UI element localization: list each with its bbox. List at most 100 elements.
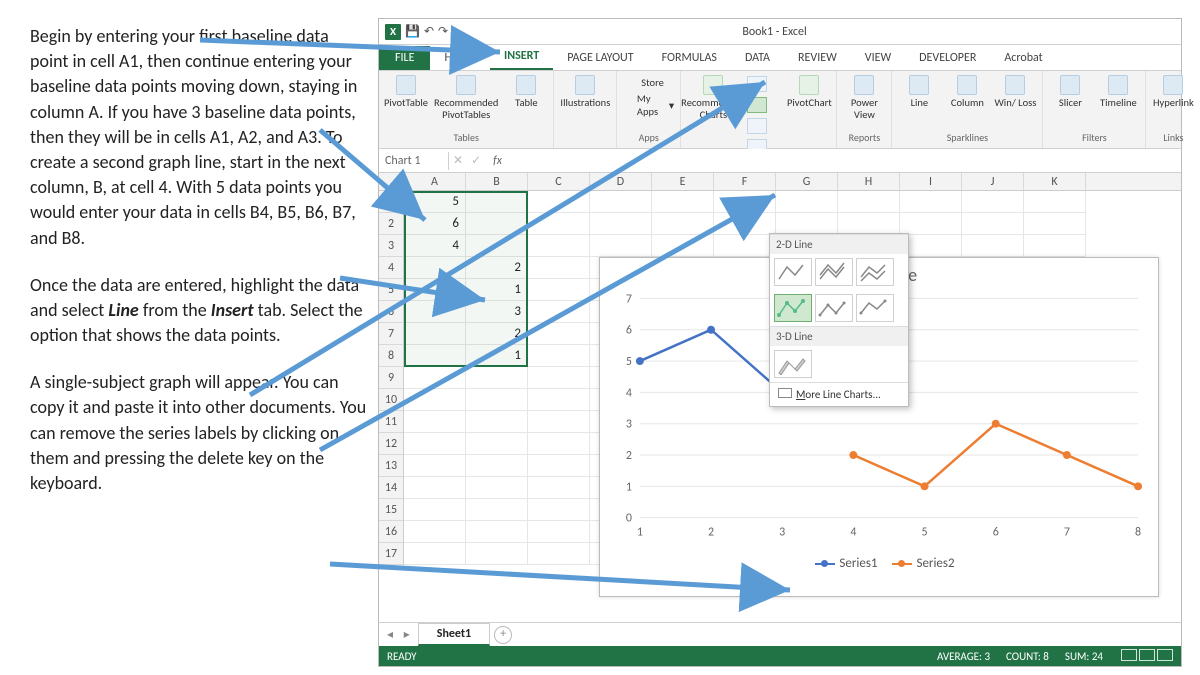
cell-B15[interactable] [466,499,528,521]
cell-C10[interactable] [528,389,590,411]
cell-F3[interactable] [714,235,776,257]
row-header-5[interactable]: 5 [379,279,403,301]
pivottable-button[interactable]: PivotTable [385,75,427,109]
sparkline-column-button[interactable]: Column [946,75,988,109]
col-header-H[interactable]: H [838,173,900,190]
save-icon[interactable]: 💾 [405,24,420,39]
col-header-C[interactable]: C [528,173,590,190]
cell-I3[interactable] [900,235,962,257]
cell-H2[interactable] [838,213,900,235]
cell-D1[interactable] [590,191,652,213]
chart-legend[interactable]: Series1 Series2 [600,552,1158,571]
cell-B6[interactable]: 3 [466,301,528,323]
cell-C16[interactable] [528,521,590,543]
line-chart-icon[interactable] [747,97,767,113]
cell-K1[interactable] [1024,191,1086,213]
tab-developer[interactable]: DEVELOPER [905,46,990,70]
cell-K3[interactable] [1024,235,1086,257]
cell-I1[interactable] [900,191,962,213]
cell-G2[interactable] [776,213,838,235]
row-header-2[interactable]: 2 [379,213,403,235]
sparkline-winloss-button[interactable]: Win/ Loss [994,75,1036,109]
tab-file[interactable]: FILE [379,46,430,70]
cell-C17[interactable] [528,543,590,565]
row-header-14[interactable]: 14 [379,477,403,499]
col-header-F[interactable]: F [714,173,776,190]
cell-E2[interactable] [652,213,714,235]
cell-C9[interactable] [528,367,590,389]
cell-A3[interactable]: 4 [404,235,466,257]
cell-E3[interactable] [652,235,714,257]
cell-E1[interactable] [652,191,714,213]
line-with-markers-3[interactable] [856,294,894,322]
bar-chart-icon[interactable] [747,76,767,92]
cell-A12[interactable] [404,433,466,455]
cell-C5[interactable] [528,279,590,301]
row-header-10[interactable]: 10 [379,389,403,411]
cell-B12[interactable] [466,433,528,455]
cell-C4[interactable] [528,257,590,279]
fx-icon[interactable]: fx [485,154,510,168]
cell-B13[interactable] [466,455,528,477]
cell-I2[interactable] [900,213,962,235]
cell-B11[interactable] [466,411,528,433]
cell-C11[interactable] [528,411,590,433]
illustrations-button[interactable]: Illustrations [560,75,610,109]
cell-C2[interactable] [528,213,590,235]
line-with-markers[interactable] [774,294,812,322]
cell-A10[interactable] [404,389,466,411]
cell-H1[interactable] [838,191,900,213]
cell-A16[interactable] [404,521,466,543]
tab-formulas[interactable]: FORMULAS [648,46,731,70]
cell-A15[interactable] [404,499,466,521]
row-header-12[interactable]: 12 [379,433,403,455]
sheet-tab-sheet1[interactable]: Sheet1 [418,623,490,646]
timeline-button[interactable]: Timeline [1097,75,1139,109]
hyperlink-button[interactable]: Hyperlink [1152,75,1194,109]
cell-A5[interactable] [404,279,466,301]
cell-B1[interactable] [466,191,528,213]
row-header-3[interactable]: 3 [379,235,403,257]
cell-D2[interactable] [590,213,652,235]
select-all-corner[interactable] [379,173,404,191]
cell-F1[interactable] [714,191,776,213]
more-line-charts[interactable]: More Line Charts... [770,382,908,406]
cell-J1[interactable] [962,191,1024,213]
row-header-15[interactable]: 15 [379,499,403,521]
cell-A7[interactable] [404,323,466,345]
legend-label-1[interactable]: Series1 [839,556,877,571]
tab-home[interactable]: HOME [430,46,490,70]
cell-A2[interactable]: 6 [404,213,466,235]
undo-icon[interactable]: ↶ [424,24,434,39]
cell-B10[interactable] [466,389,528,411]
cell-C8[interactable] [528,345,590,367]
pie-chart-icon[interactable] [747,118,767,134]
cell-C3[interactable] [528,235,590,257]
tab-view[interactable]: VIEW [851,46,905,70]
view-buttons[interactable] [1119,649,1173,664]
add-sheet-button[interactable]: + [494,626,512,644]
line-3d[interactable] [774,350,812,378]
enter-icon[interactable]: ✓ [467,153,485,168]
legend-label-2[interactable]: Series2 [916,556,954,571]
cell-B9[interactable] [466,367,528,389]
col-header-K[interactable]: K [1024,173,1086,190]
col-header-B[interactable]: B [466,173,528,190]
cell-B2[interactable] [466,213,528,235]
cell-J2[interactable] [962,213,1024,235]
tab-page-layout[interactable]: PAGE LAYOUT [553,46,647,70]
cell-C13[interactable] [528,455,590,477]
tab-data[interactable]: DATA [731,46,784,70]
cell-B17[interactable] [466,543,528,565]
cell-C1[interactable] [528,191,590,213]
redo-icon[interactable]: ↷ [438,24,448,39]
col-header-E[interactable]: E [652,173,714,190]
row-header-9[interactable]: 9 [379,367,403,389]
cell-A1[interactable]: 5 [404,191,466,213]
cancel-icon[interactable]: ✕ [449,153,467,168]
line-type-2[interactable] [815,258,853,286]
cell-C6[interactable] [528,301,590,323]
cell-B16[interactable] [466,521,528,543]
cell-B4[interactable]: 2 [466,257,528,279]
cell-A8[interactable] [404,345,466,367]
